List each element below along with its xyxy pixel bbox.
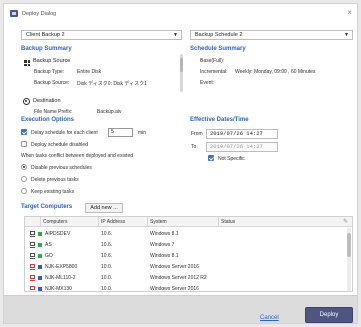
- file-prefix-label: File Name Prefix:: [34, 109, 73, 115]
- table-row[interactable]: AS 10.6. Windows 7: [25, 240, 345, 250]
- paperclip-icon: ✎: [342, 219, 348, 225]
- target-computers-table: Computers IP Address System Status ✎ AIP…: [24, 216, 353, 292]
- computer-name: NJK-ML110-2: [45, 275, 76, 281]
- ip-address: 10.6.: [101, 253, 113, 259]
- not-specific-checkbox[interactable]: [208, 155, 214, 161]
- incremental-label: Incremental:: [200, 69, 228, 75]
- computer-name: NJK-MX130: [45, 286, 72, 292]
- computer-icon: [30, 231, 35, 237]
- deploy-button[interactable]: Deploy: [305, 307, 353, 323]
- system-name: Windows Server 2016: [150, 264, 199, 270]
- header-blank: [25, 217, 41, 227]
- backup-source-value: Disk ディスク0: Disk ディスク1: [77, 81, 147, 87]
- to-date-input[interactable]: 2019/07/26 14:27: [206, 142, 278, 152]
- destination-heading: Destination: [33, 98, 61, 104]
- ip-address: 10.0.: [101, 275, 113, 281]
- delay-input[interactable]: 5: [108, 128, 133, 137]
- computer-icon: [30, 253, 35, 259]
- backup-schedule-select[interactable]: Backup Schedule 2 ▼: [190, 30, 353, 40]
- title-bar: Deploy Dialog ×: [4, 4, 357, 24]
- backup-type-value: Entire Disk: [77, 69, 102, 75]
- status-square-icon: [38, 232, 42, 236]
- header-computers[interactable]: Computers: [41, 217, 99, 227]
- delete-previous-label: Delete previous tasks: [31, 177, 79, 183]
- system-name: Windows 7: [150, 242, 175, 248]
- header-ip-address[interactable]: IP Address: [99, 217, 148, 227]
- deploy-disabled-checkbox[interactable]: [21, 141, 27, 147]
- system-name: Windows Server 2016: [150, 286, 199, 292]
- client-backup-value: Client Backup 2: [26, 32, 65, 38]
- window-title: Deploy Dialog: [22, 11, 57, 17]
- computer-name: AS: [45, 242, 52, 248]
- delay-label: Delay schedule for each client: [31, 130, 98, 136]
- computer-offline-icon: [30, 286, 35, 290]
- deploy-disabled-label: Deploy schedule disabled: [31, 142, 88, 148]
- status-square-icon: [38, 287, 42, 291]
- backup-source-heading: Backup Source: [33, 58, 71, 64]
- disable-previous-radio[interactable]: [21, 164, 27, 170]
- cancel-link[interactable]: Cancel: [260, 315, 279, 321]
- incremental-value: Weekly: Monday, 09:00 , 60 Minutes: [235, 69, 316, 75]
- computer-name: AIPDSDEV: [45, 231, 71, 237]
- not-specific-label: Not Specific: [218, 156, 245, 162]
- ip-address: 10.0.: [101, 264, 113, 270]
- add-new-button[interactable]: Add new ...: [85, 203, 123, 213]
- table-row[interactable]: AIPDSDEV 10.6. Windows 8.1: [25, 229, 345, 239]
- ip-address: 10.6.: [101, 231, 113, 237]
- client-backup-select[interactable]: Client Backup 2 ▼: [21, 30, 182, 40]
- backup-schedule-value: Backup Schedule 2: [195, 32, 243, 38]
- status-square-icon: [38, 243, 42, 247]
- from-date-input[interactable]: 2019/07/26 14:27: [206, 129, 278, 139]
- from-label: From: [191, 131, 203, 137]
- chevron-down-icon: ▼: [173, 32, 178, 38]
- disable-previous-label: Disable previous schedules: [31, 165, 92, 171]
- grid-icon: [24, 60, 30, 66]
- ip-address: 10.0.: [101, 286, 113, 292]
- computer-name: GO: [45, 253, 53, 259]
- table-row[interactable]: NJK-MX130 10.0. Windows Server 2016: [25, 284, 345, 292]
- backup-summary-title: Backup Summary: [21, 46, 72, 52]
- table-row[interactable]: GO 10.6. Windows 8.1: [25, 251, 345, 261]
- delay-unit: min: [138, 130, 147, 136]
- delete-previous-radio[interactable]: [21, 176, 27, 182]
- status-square-icon: [38, 265, 42, 269]
- keep-existing-radio[interactable]: [21, 188, 27, 194]
- file-prefix-value: Backup.aiv: [97, 109, 122, 115]
- status-square-icon: [38, 276, 42, 280]
- system-name: Windows 8.1: [150, 253, 179, 259]
- target-computers-title: Target Computers: [21, 204, 73, 210]
- base-full-label: Base(Full):: [200, 58, 225, 64]
- summary-scrollbar[interactable]: [180, 54, 183, 92]
- conflict-label: When tasks conflict between deployed and…: [21, 153, 134, 159]
- table-row[interactable]: NJK-ML110-2 10.0. Windows Server 2012 R2: [25, 273, 345, 283]
- backup-type-label: Backup Type:: [34, 69, 65, 75]
- chevron-down-icon: ▼: [344, 32, 349, 38]
- app-icon: [10, 10, 18, 17]
- delay-checkbox[interactable]: [21, 129, 27, 135]
- system-name: Windows 8.1: [150, 231, 179, 237]
- system-name: Windows Server 2012 R2: [150, 275, 207, 281]
- to-label: To: [191, 144, 197, 150]
- effective-dates-title: Effective Dates/Time: [190, 117, 249, 123]
- computer-icon: [30, 242, 35, 248]
- table-row[interactable]: NJK-EXP5800 10.0. Windows Server 2016: [25, 262, 345, 272]
- deploy-dialog: Deploy Dialog × Client Backup 2 ▼ Backup…: [3, 3, 358, 324]
- event-label: Event:: [200, 80, 215, 86]
- header-system[interactable]: System: [148, 217, 219, 227]
- header-status[interactable]: Status: [219, 217, 352, 227]
- keep-existing-label: Keep existing tasks: [31, 189, 75, 195]
- ip-address: 10.6.: [101, 242, 113, 248]
- computer-name: NJK-EXP5800: [45, 264, 78, 270]
- schedule-summary-title: Schedule Summary: [190, 46, 246, 52]
- destination-icon: [23, 98, 30, 105]
- computer-offline-icon: [30, 275, 35, 281]
- execution-options-title: Execution Options: [21, 117, 75, 123]
- status-square-icon: [38, 254, 42, 258]
- table-header: Computers IP Address System Status ✎: [25, 217, 352, 227]
- close-icon[interactable]: ×: [347, 8, 352, 18]
- table-scrollbar[interactable]: [347, 228, 351, 291]
- computer-offline-icon: [30, 264, 35, 270]
- backup-source-label: Backup Source:: [34, 80, 70, 86]
